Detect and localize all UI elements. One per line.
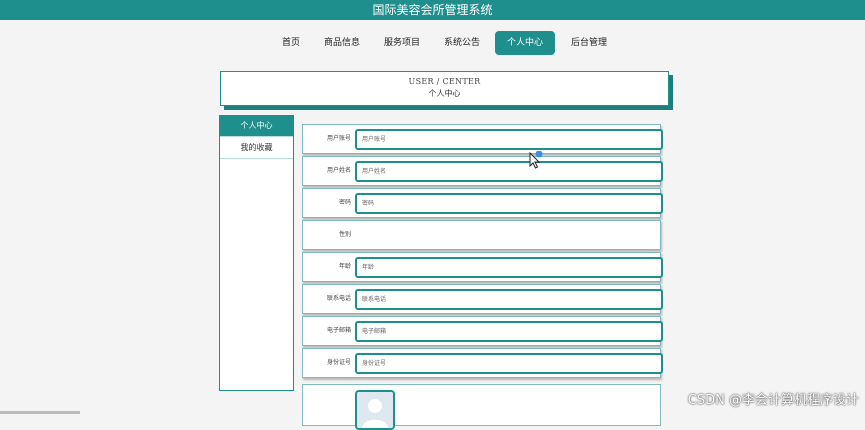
main-nav: 首页 商品信息 服务项目 系统公告 个人中心 后台管理: [0, 28, 865, 58]
nav-services[interactable]: 服务项目: [382, 32, 422, 54]
mouse-cursor-icon: [529, 150, 543, 171]
name-label: 用户姓名: [326, 167, 351, 174]
idcard-label: 身份证号: [326, 359, 351, 366]
password-label: 密码: [338, 199, 351, 206]
gender-label: 性别: [338, 231, 351, 238]
form-row-age: 年龄 年龄: [302, 252, 663, 282]
form-row-idcard: 身份证号 身份证号: [302, 348, 663, 378]
password-input[interactable]: 密码: [355, 193, 663, 214]
nav-products[interactable]: 商品信息: [322, 32, 362, 54]
form-row-name: 用户姓名 用户姓名: [302, 156, 663, 186]
nav-personal-center[interactable]: 个人中心: [495, 31, 555, 55]
form-row-account: 用户账号 用户账号: [302, 124, 663, 154]
page-title-cn: 个人中心: [428, 89, 461, 98]
form-row-password: 密码 密码: [302, 188, 663, 218]
page-title-box: USER / CENTER 个人中心: [220, 71, 669, 106]
form-row-avatar: [302, 384, 661, 430]
form-row-phone: 联系电话 联系电话: [302, 284, 663, 314]
account-label: 用户账号: [326, 135, 351, 142]
nav-announcements[interactable]: 系统公告: [442, 32, 482, 54]
app-title: 国际美容会所管理系统: [372, 3, 493, 17]
name-input[interactable]: 用户姓名: [355, 161, 663, 182]
email-label: 电子邮箱: [326, 327, 351, 334]
phone-label: 联系电话: [326, 295, 351, 302]
form-row-email: 电子邮箱 电子邮箱: [302, 316, 663, 346]
page-title-en: USER / CENTER: [408, 77, 481, 86]
email-input[interactable]: 电子邮箱: [355, 321, 663, 342]
age-input[interactable]: 年龄: [355, 257, 663, 278]
user-avatar-icon[interactable]: [355, 390, 395, 430]
sidebar-item-favorites[interactable]: 我的收藏: [220, 137, 293, 159]
sidebar: 个人中心 我的收藏: [219, 115, 294, 391]
account-input[interactable]: 用户账号: [355, 129, 663, 150]
avatar-silhouette: [357, 392, 393, 428]
nav-admin[interactable]: 后台管理: [569, 32, 609, 54]
app-title-bar: 国际美容会所管理系统: [0, 0, 865, 20]
form-row-gender: 性别: [302, 220, 661, 250]
nav-home[interactable]: 首页: [280, 32, 302, 54]
idcard-input[interactable]: 身份证号: [355, 353, 663, 374]
sidebar-item-personal-center[interactable]: 个人中心: [220, 115, 293, 137]
age-label: 年龄: [338, 263, 351, 270]
phone-input[interactable]: 联系电话: [355, 289, 663, 310]
watermark: CSDN @李会计算机程序设计: [687, 393, 859, 408]
